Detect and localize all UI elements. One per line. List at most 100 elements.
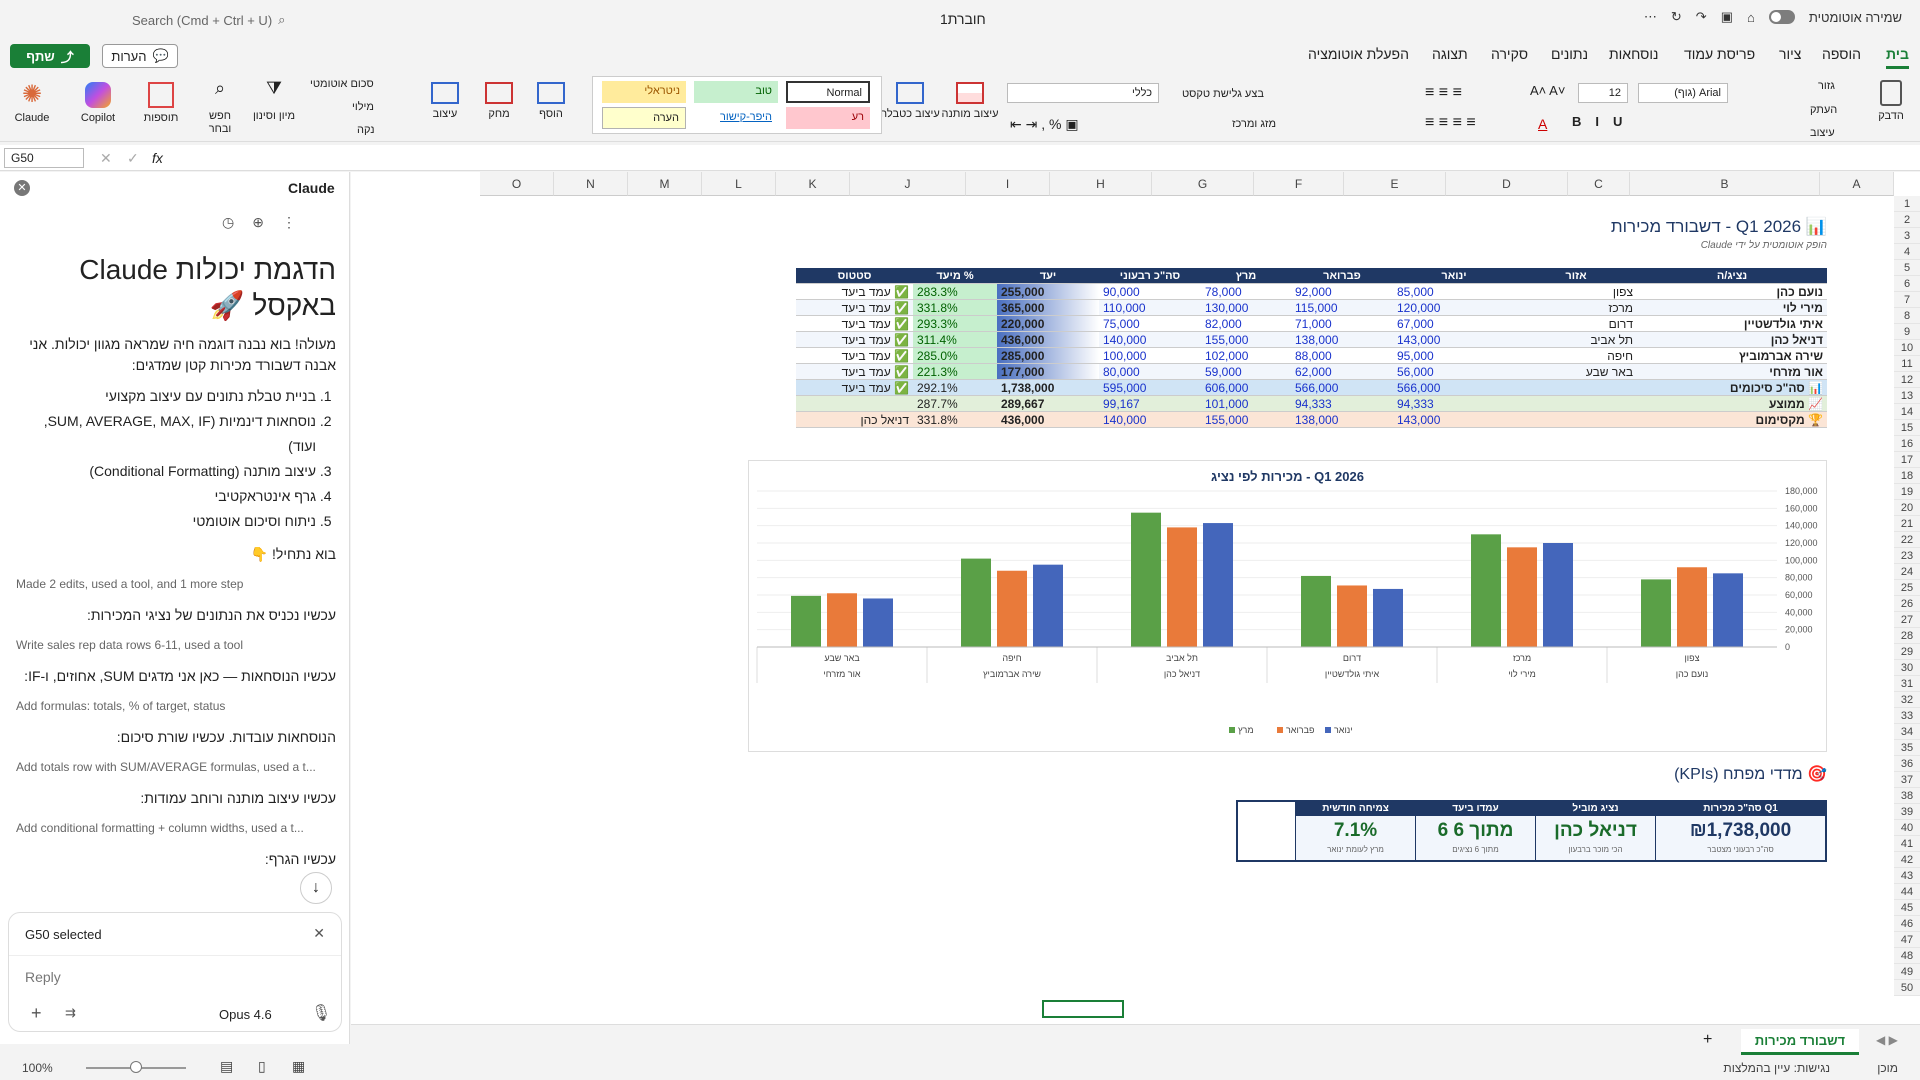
summary-row-cell[interactable]: 566,000 bbox=[1393, 380, 1515, 396]
column-header-N[interactable]: N bbox=[554, 172, 628, 196]
summary-row-cell[interactable] bbox=[1515, 380, 1637, 396]
tab-view[interactable]: תצוגה bbox=[1432, 46, 1468, 62]
table-row-cell[interactable]: 365,000 bbox=[997, 300, 1099, 316]
clear-button[interactable]: נקה bbox=[357, 124, 375, 136]
sheet-tab[interactable]: דשבורד מכירות bbox=[1741, 1029, 1859, 1055]
fill-button[interactable]: מילוי bbox=[352, 101, 374, 113]
row-header-31[interactable]: 31 bbox=[1894, 676, 1920, 692]
row-header-20[interactable]: 20 bbox=[1894, 500, 1920, 516]
font-grow-shrink[interactable]: A˄ A˅ bbox=[1530, 83, 1565, 98]
zoom-level[interactable]: 100% bbox=[22, 1061, 53, 1075]
row-header-13[interactable]: 13 bbox=[1894, 388, 1920, 404]
font-size-select[interactable]: 12 bbox=[1578, 83, 1628, 103]
summary-row-cell[interactable]: 🏆 מקסימום bbox=[1637, 412, 1827, 428]
align-horizontal-icons[interactable]: ≡ ≡ ≡ ≡ bbox=[1425, 114, 1476, 132]
summary-row-cell[interactable]: 143,000 bbox=[1393, 412, 1515, 428]
number-format-icons[interactable]: ⇤ ⇥ , % ▣ bbox=[1010, 116, 1079, 133]
column-header-H[interactable]: H bbox=[1050, 172, 1152, 196]
row-header-48[interactable]: 48 bbox=[1894, 948, 1920, 964]
row-header-7[interactable]: 7 bbox=[1894, 292, 1920, 308]
table-row-cell[interactable]: 130,000 bbox=[1201, 300, 1291, 316]
table-row-cell[interactable]: 71,000 bbox=[1291, 316, 1393, 332]
row-header-32[interactable]: 32 bbox=[1894, 692, 1920, 708]
row-header-43[interactable]: 43 bbox=[1894, 868, 1920, 884]
zoom-slider-thumb[interactable] bbox=[130, 1061, 142, 1073]
row-header-17[interactable]: 17 bbox=[1894, 452, 1920, 468]
tool-step[interactable]: Add conditional formatting + column widt… bbox=[16, 821, 336, 835]
table-row-cell[interactable]: 143,000 bbox=[1393, 332, 1515, 348]
column-header-J[interactable]: J bbox=[850, 172, 966, 196]
normal-view-icon[interactable]: ▤ bbox=[220, 1058, 233, 1075]
row-header-33[interactable]: 33 bbox=[1894, 708, 1920, 724]
row-header-12[interactable]: 12 bbox=[1894, 372, 1920, 388]
table-row-cell[interactable]: 220,000 bbox=[997, 316, 1099, 332]
header-cell[interactable]: סה"כ רבעוני bbox=[1099, 268, 1201, 284]
summary-row-cell[interactable]: 1,738,000 bbox=[997, 380, 1099, 396]
summary-row-cell[interactable]: 94,333 bbox=[1393, 396, 1515, 412]
row-header-4[interactable]: 4 bbox=[1894, 244, 1920, 260]
table-row-cell[interactable]: באר שבע bbox=[1515, 364, 1637, 380]
accessibility-status[interactable]: נגישות: עיין בהמלצות bbox=[1723, 1061, 1830, 1075]
row-header-10[interactable]: 10 bbox=[1894, 340, 1920, 356]
row-header-14[interactable]: 14 bbox=[1894, 404, 1920, 420]
table-row-cell[interactable]: 100,000 bbox=[1099, 348, 1201, 364]
summary-row-cell[interactable]: 595,000 bbox=[1099, 380, 1201, 396]
row-header-11[interactable]: 11 bbox=[1894, 356, 1920, 372]
add-sheet-icon[interactable]: + bbox=[1703, 1031, 1712, 1049]
name-box[interactable]: G50 bbox=[4, 148, 84, 168]
row-header-50[interactable]: 50 bbox=[1894, 980, 1920, 996]
header-cell[interactable]: אזור bbox=[1515, 268, 1637, 284]
tab-automate[interactable]: הפעלת אוטומציה bbox=[1308, 46, 1409, 62]
column-header-M[interactable]: M bbox=[628, 172, 702, 196]
sales-chart[interactable]: מכירות לפי נציג - Q1 2026 0 20,000 40,000 6… bbox=[748, 460, 1827, 752]
table-row-cell[interactable]: 255,000 bbox=[997, 284, 1099, 300]
active-cell[interactable] bbox=[1042, 1000, 1124, 1018]
table-row-cell[interactable]: ✅ עמד ביעד bbox=[796, 348, 913, 364]
tools-icon[interactable]: ⇉ bbox=[65, 1005, 76, 1021]
row-header-2[interactable]: 2 bbox=[1894, 212, 1920, 228]
paste-button[interactable]: הדבק bbox=[1866, 80, 1916, 123]
summary-row-cell[interactable]: 436,000 bbox=[997, 412, 1099, 428]
header-cell[interactable]: מרץ bbox=[1201, 268, 1291, 284]
summary-row-cell[interactable] bbox=[796, 396, 913, 412]
summary-row-cell[interactable]: 99,167 bbox=[1099, 396, 1201, 412]
table-row-cell[interactable]: אור מזרחי bbox=[1637, 364, 1827, 380]
column-header-O[interactable]: O bbox=[480, 172, 554, 196]
table-row-cell[interactable]: 331.8% bbox=[913, 300, 997, 316]
summary-row-cell[interactable]: 292.1% bbox=[913, 380, 997, 396]
summary-row-cell[interactable] bbox=[1515, 396, 1637, 412]
font-color-icon[interactable]: A bbox=[1538, 116, 1547, 132]
style-bad[interactable]: רע bbox=[786, 107, 870, 129]
row-header-38[interactable]: 38 bbox=[1894, 788, 1920, 804]
table-row-cell[interactable]: 177,000 bbox=[997, 364, 1099, 380]
style-hyperlink[interactable]: היפר-קישור bbox=[694, 107, 778, 129]
row-header-18[interactable]: 18 bbox=[1894, 468, 1920, 484]
copy-button[interactable]: העתק bbox=[1810, 104, 1837, 116]
model-select[interactable]: Opus 4.6 bbox=[219, 1007, 272, 1022]
summary-row-cell[interactable]: 138,000 bbox=[1291, 412, 1393, 428]
style-normal[interactable]: Normal bbox=[786, 81, 870, 103]
row-header-29[interactable]: 29 bbox=[1894, 644, 1920, 660]
table-row-cell[interactable]: 67,000 bbox=[1393, 316, 1515, 332]
tab-home[interactable]: בית bbox=[1886, 46, 1909, 69]
table-row-cell[interactable]: 436,000 bbox=[997, 332, 1099, 348]
more-icon[interactable]: ⋯ bbox=[1644, 9, 1657, 25]
new-chat-icon[interactable]: ⊕ bbox=[252, 214, 264, 231]
page-layout-icon[interactable]: ▯ bbox=[258, 1058, 266, 1075]
spreadsheet-grid[interactable]: ABCDEFGHIJKLMNO 1 2 3 4 5 6 7 8 9 10 11 12 13 14 15 16 1… bbox=[351, 172, 1920, 1024]
tab-review[interactable]: סקירה bbox=[1491, 46, 1528, 62]
table-row-cell[interactable]: ✅ עמד ביעד bbox=[796, 316, 913, 332]
table-row-cell[interactable]: 102,000 bbox=[1201, 348, 1291, 364]
merge-center-button[interactable]: מזג ומרכז bbox=[1232, 118, 1276, 130]
row-header-16[interactable]: 16 bbox=[1894, 436, 1920, 452]
scroll-down-icon[interactable]: ↓ bbox=[300, 872, 332, 904]
microphone-icon[interactable]: 🎙 bbox=[311, 1003, 331, 1023]
conditional-format-button[interactable]: עיצוב מותנה bbox=[940, 82, 1000, 121]
table-row-cell[interactable]: דניאל כהן bbox=[1637, 332, 1827, 348]
row-header-21[interactable]: 21 bbox=[1894, 516, 1920, 532]
table-row-cell[interactable]: 85,000 bbox=[1393, 284, 1515, 300]
summary-row-cell[interactable]: 140,000 bbox=[1099, 412, 1201, 428]
row-header-49[interactable]: 49 bbox=[1894, 964, 1920, 980]
row-header-19[interactable]: 19 bbox=[1894, 484, 1920, 500]
row-header-37[interactable]: 37 bbox=[1894, 772, 1920, 788]
